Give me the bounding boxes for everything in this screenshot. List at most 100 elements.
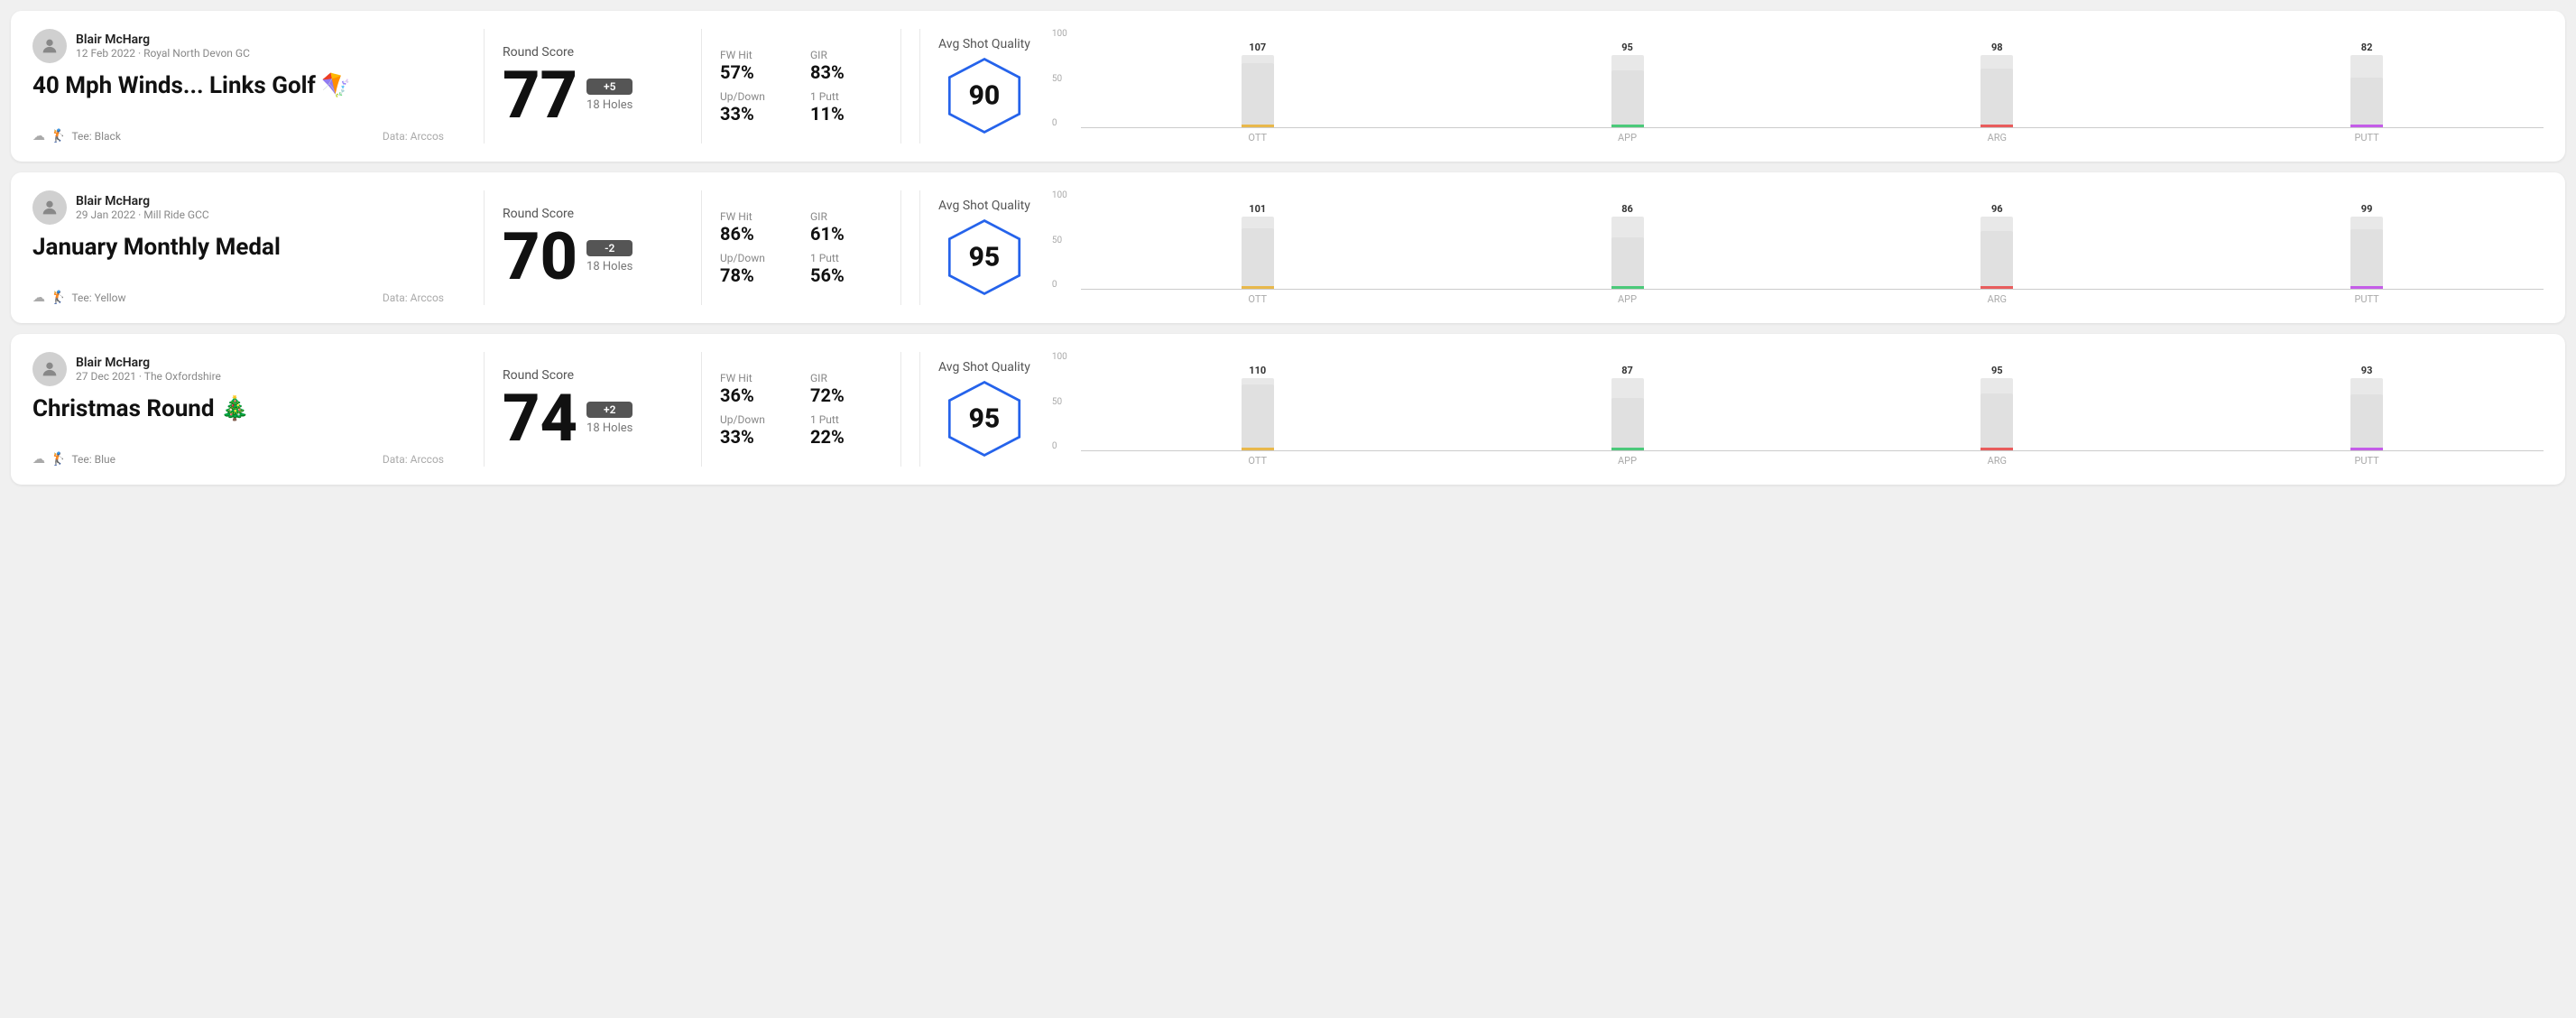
bar-group-app: 87	[1451, 365, 1805, 450]
score-section: Round Score 77 +5 18 Holes	[503, 29, 683, 143]
avatar	[32, 190, 67, 225]
tee-info: ☁ 🏌 Tee: Blue	[32, 452, 115, 467]
bar-colored-line	[1611, 286, 1644, 289]
stats-grid: FW Hit 57% GIR 83% Up/Down 33% 1 Putt 11…	[720, 49, 882, 125]
bar-value-label: 110	[1249, 365, 1266, 376]
divider-mid	[701, 29, 702, 143]
bar-fill	[1980, 231, 2013, 289]
bar-container	[1242, 55, 1274, 127]
hexagon-wrap: Avg Shot Quality 95	[938, 360, 1030, 459]
user-info: Blair McHarg 29 Jan 2022 · Mill Ride GCC	[32, 190, 444, 225]
bar-axis-label: PUTT	[2190, 455, 2544, 467]
bar-axis-label: OTT	[1081, 293, 1435, 305]
bar-container	[2350, 55, 2383, 127]
bar-fill	[2350, 78, 2383, 127]
hexagon: 95	[944, 217, 1025, 298]
bar-container	[2350, 378, 2383, 450]
fw-hit-label: FW Hit	[720, 49, 792, 61]
divider-right	[900, 190, 901, 305]
bar-colored-line	[1242, 448, 1274, 450]
avatar	[32, 29, 67, 63]
putt1-stat: 1 Putt 56%	[810, 252, 882, 286]
round-title: Christmas Round 🎄	[32, 395, 444, 422]
holes-text: 18 Holes	[586, 260, 632, 273]
bar-group-app: 86	[1451, 203, 1805, 289]
putt1-label: 1 Putt	[810, 90, 882, 103]
holes-text: 18 Holes	[586, 421, 632, 435]
putt1-label: 1 Putt	[810, 413, 882, 426]
updown-label: Up/Down	[720, 413, 792, 426]
chart-section: Avg Shot Quality 90 100 50 0 107	[919, 29, 2544, 143]
updown-stat: Up/Down 33%	[720, 413, 792, 448]
score-badge-col: -2 18 Holes	[586, 240, 632, 273]
bar-chart: 107 95 98	[1081, 29, 2544, 128]
round-title: January Monthly Medal	[32, 234, 444, 261]
bar-fill	[1611, 398, 1644, 450]
score-number: 70	[503, 225, 577, 290]
divider-right	[900, 352, 901, 467]
bar-group-putt: 93	[2190, 365, 2544, 450]
gir-value: 61%	[810, 223, 882, 245]
bar-colored-line	[1242, 125, 1274, 127]
user-text: Blair McHarg 29 Jan 2022 · Mill Ride GCC	[76, 194, 209, 221]
bag-icon: 🏌	[51, 291, 66, 305]
cloud-icon: ☁	[32, 291, 45, 305]
bag-icon: 🏌	[51, 452, 66, 467]
chart-section: Avg Shot Quality 95 100 50 0 101	[919, 190, 2544, 305]
bar-group-arg: 95	[1820, 365, 2174, 450]
bar-chart: 101 86 96	[1081, 190, 2544, 290]
y-axis: 100 50 0	[1052, 352, 1067, 451]
bar-value-label: 86	[1621, 203, 1633, 215]
stats-section: FW Hit 36% GIR 72% Up/Down 33% 1 Putt 22…	[720, 352, 882, 467]
bar-value-label: 95	[1991, 365, 2003, 376]
score-number: 74	[503, 386, 577, 451]
stats-grid: FW Hit 36% GIR 72% Up/Down 33% 1 Putt 22…	[720, 372, 882, 448]
fw-hit-value: 86%	[720, 223, 792, 245]
updown-label: Up/Down	[720, 252, 792, 264]
bar-group-arg: 96	[1820, 203, 2174, 289]
bar-container	[1980, 55, 2013, 127]
bar-container	[2350, 217, 2383, 289]
bar-chart-outer: 100 50 0 107 95	[1048, 29, 2544, 143]
stats-section: FW Hit 57% GIR 83% Up/Down 33% 1 Putt 11…	[720, 29, 882, 143]
fw-hit-label: FW Hit	[720, 372, 792, 384]
bar-axis-label: APP	[1451, 293, 1805, 305]
bar-chart-labels: OTTAPPARGPUTT	[1081, 455, 2544, 467]
gir-label: GIR	[810, 210, 882, 223]
round-title: 40 Mph Winds... Links Golf 🪁	[32, 72, 444, 99]
score-section: Round Score 70 -2 18 Holes	[503, 190, 683, 305]
bar-fill	[1980, 69, 2013, 127]
score-badge: +2	[586, 402, 632, 418]
bar-colored-line	[1980, 125, 2013, 127]
fw-hit-stat: FW Hit 36%	[720, 372, 792, 406]
bar-chart-outer: 100 50 0 101 86	[1048, 190, 2544, 305]
user-date: 29 Jan 2022 · Mill Ride GCC	[76, 208, 209, 221]
bar-value-label: 98	[1991, 42, 2003, 53]
bar-axis-label: ARG	[1820, 132, 2174, 143]
bar-chart: 110 87 95	[1081, 352, 2544, 451]
bar-fill	[1242, 384, 1274, 450]
tee-info: ☁ 🏌 Tee: Black	[32, 129, 121, 143]
score-badge: -2	[586, 240, 632, 256]
person-icon	[40, 359, 60, 379]
user-date: 27 Dec 2021 · The Oxfordshire	[76, 370, 221, 383]
bar-value-label: 82	[2361, 42, 2373, 53]
gir-label: GIR	[810, 49, 882, 61]
avg-shot-quality-label: Avg Shot Quality	[938, 360, 1030, 375]
user-name: Blair McHarg	[76, 356, 221, 370]
divider-left	[484, 352, 485, 467]
gir-value: 83%	[810, 61, 882, 83]
divider-right	[900, 29, 901, 143]
bar-container	[1611, 217, 1644, 289]
round-card: Blair McHarg 12 Feb 2022 · Royal North D…	[11, 11, 2565, 162]
bar-value-label: 87	[1621, 365, 1633, 376]
bar-colored-line	[1980, 286, 2013, 289]
score-badge-col: +2 18 Holes	[586, 402, 632, 435]
score-section: Round Score 74 +2 18 Holes	[503, 352, 683, 467]
round-card: Blair McHarg 29 Jan 2022 · Mill Ride GCC…	[11, 172, 2565, 323]
stats-grid: FW Hit 86% GIR 61% Up/Down 78% 1 Putt 56…	[720, 210, 882, 286]
fw-hit-stat: FW Hit 86%	[720, 210, 792, 245]
bar-group-arg: 98	[1820, 42, 2174, 127]
bottom-row: ☁ 🏌 Tee: Black Data: Arccos	[32, 129, 444, 143]
bar-fill	[1611, 70, 1644, 127]
